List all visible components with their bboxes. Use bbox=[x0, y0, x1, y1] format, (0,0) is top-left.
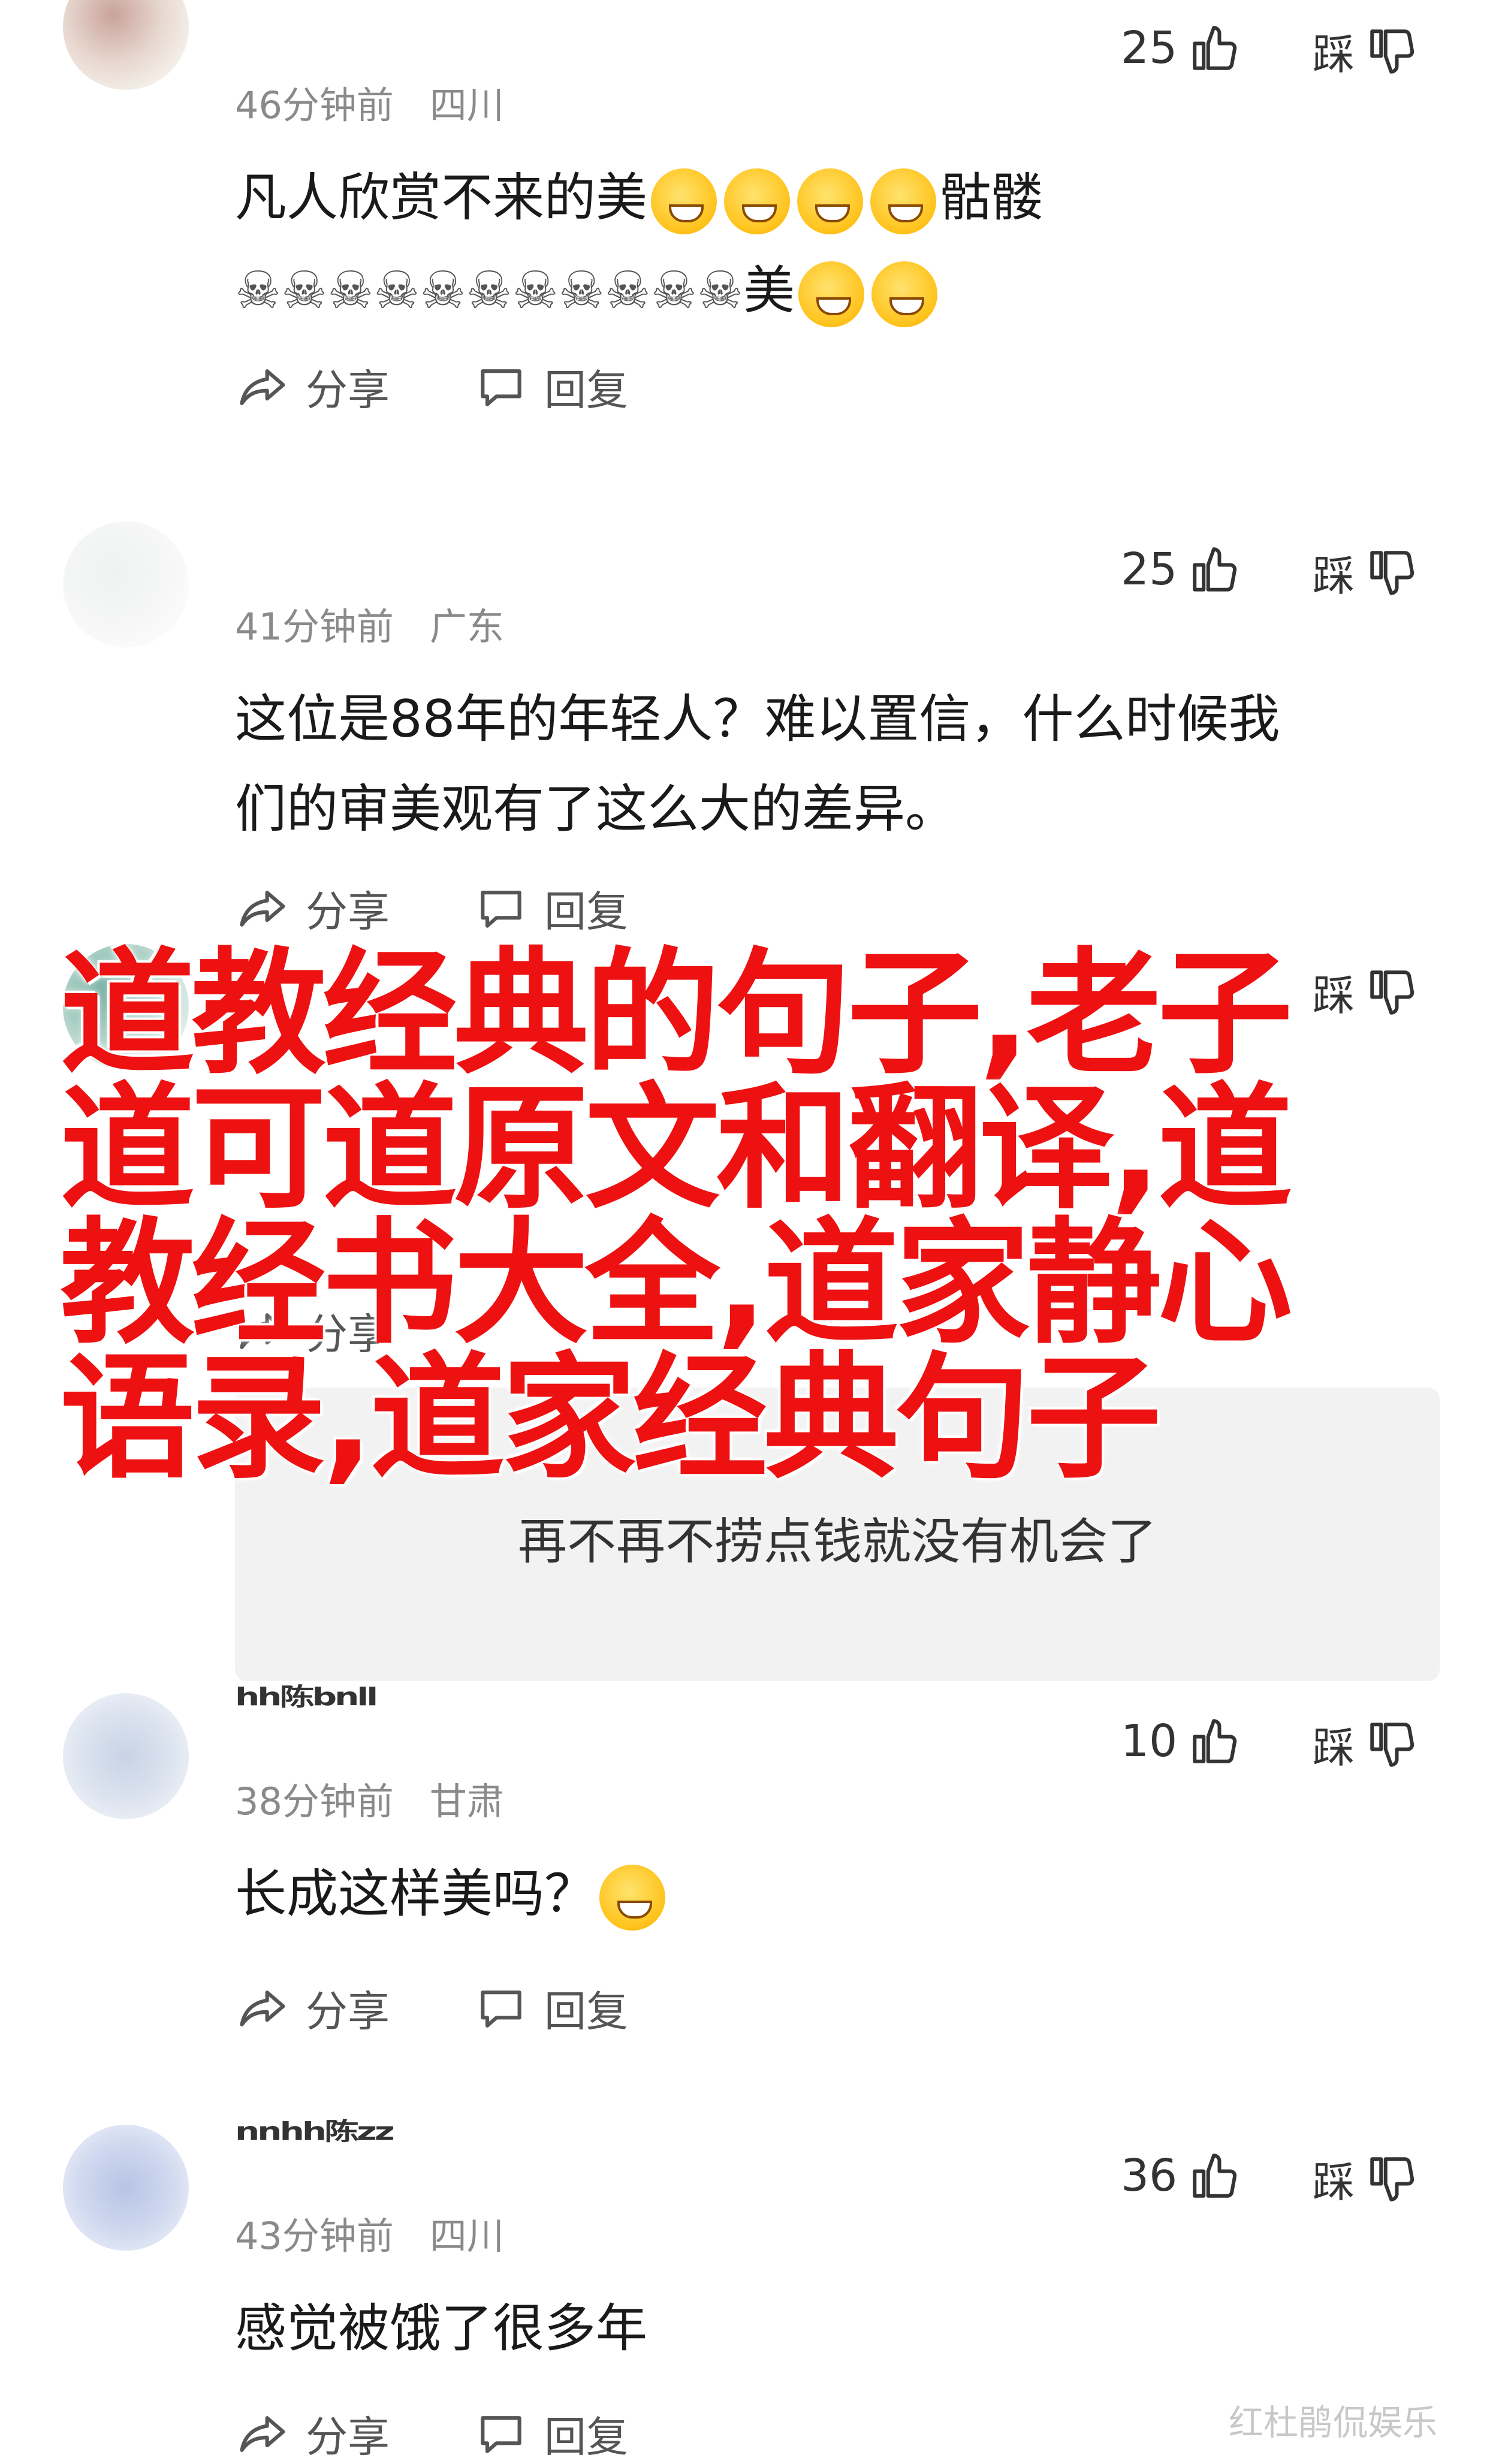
like-count: 36 bbox=[1121, 2150, 1178, 2201]
reply-label: 回复 bbox=[544, 1987, 628, 2036]
tongue-wink-emoji-icon bbox=[797, 168, 863, 234]
thumbs-up-icon bbox=[1193, 2154, 1237, 2198]
avatar[interactable] bbox=[63, 0, 189, 90]
username[interactable]: hh陈bnll bbox=[235, 1677, 378, 1712]
share-icon bbox=[240, 890, 285, 927]
grin-emoji-icon bbox=[651, 168, 717, 234]
reply-preview-text: 再不再不捞点钱就没有机会了 bbox=[517, 1513, 1157, 1570]
comment-text: 凡人欣赏不来的美 骷髅 bbox=[235, 153, 1428, 243]
dislike-label: 踩 bbox=[1313, 1723, 1355, 1772]
thumbs-down-icon bbox=[1370, 550, 1414, 595]
comment-location: 广东 bbox=[429, 605, 504, 649]
thumbs-up-icon bbox=[1193, 1719, 1237, 1763]
like-button[interactable]: 25 bbox=[1121, 21, 1242, 75]
like-count: 25 bbox=[1121, 22, 1178, 74]
comment-actions: 分享 回复 bbox=[235, 1978, 628, 2038]
like-button[interactable]: 25 bbox=[1121, 542, 1242, 596]
comment-meta: 43分钟前 四川 bbox=[235, 2206, 504, 2260]
like-count: 10 bbox=[1121, 1715, 1178, 1767]
comment-text: 这位是88年的年轻人？难以置信，什么时候我 们的审美观有了这么大的差异。 bbox=[235, 689, 1280, 839]
dislike-button[interactable]: 踩 bbox=[1313, 1714, 1419, 1775]
comment-time: 38分钟前 bbox=[235, 1780, 394, 1823]
reply-label: 回复 bbox=[544, 887, 628, 936]
comment-text-line1: 凡人欣赏不来的美 bbox=[235, 168, 647, 228]
grin-emoji-icon bbox=[798, 261, 865, 327]
username[interactable]: nnhh陈zz bbox=[235, 2112, 395, 2147]
comment-text: 感觉被饿了很多年 bbox=[235, 2299, 647, 2359]
reply-button[interactable]: 回复 bbox=[473, 1978, 628, 2038]
tongue-wink-emoji-icon bbox=[724, 168, 790, 234]
comment-text-line2-suffix: 美 bbox=[743, 261, 795, 321]
avatar[interactable] bbox=[63, 2125, 189, 2251]
reply-button[interactable]: 回复 bbox=[473, 357, 628, 417]
like-button[interactable]: 10 bbox=[1121, 1714, 1242, 1768]
tongue-wink-emoji-icon bbox=[871, 261, 938, 327]
dislike-button[interactable]: 踩 bbox=[1313, 21, 1419, 82]
thumbs-down-icon bbox=[1370, 29, 1414, 74]
dislike-label: 踩 bbox=[1313, 30, 1355, 79]
reply-icon bbox=[481, 890, 521, 928]
dislike-label: 踩 bbox=[1313, 2158, 1355, 2207]
thumbs-down-icon bbox=[1370, 1722, 1414, 1767]
tongue-wink-emoji-icon bbox=[870, 168, 936, 234]
comment-meta: 46分钟前 四川 bbox=[235, 75, 504, 129]
avatar[interactable] bbox=[63, 521, 189, 647]
skull-emoji-icon: ☠☠☠☠☠☠☠☠☠☠☠ bbox=[235, 261, 744, 321]
share-label: 分享 bbox=[306, 366, 390, 415]
comment-time: 41分钟前 bbox=[235, 605, 394, 649]
comment-text: 长成这样美吗？ bbox=[235, 1849, 1428, 1939]
thumbs-up-icon bbox=[1193, 547, 1237, 592]
watermark: 红杜鹃侃娱乐 bbox=[1229, 2402, 1438, 2443]
share-button[interactable]: 分享 bbox=[235, 357, 390, 417]
comment-location: 四川 bbox=[429, 83, 504, 127]
like-count: 25 bbox=[1121, 544, 1178, 595]
comment-time: 46分钟前 bbox=[235, 83, 394, 127]
share-label: 分享 bbox=[306, 887, 390, 936]
comment-meta: 38分钟前 甘肃 bbox=[235, 1771, 504, 1825]
comment-location: 四川 bbox=[429, 2214, 504, 2258]
share-icon bbox=[240, 369, 285, 405]
share-label: 分享 bbox=[306, 1987, 390, 2036]
comment-meta: 41分钟前 广东 bbox=[235, 596, 504, 650]
reply-icon bbox=[481, 369, 521, 406]
dislike-button[interactable]: 踩 bbox=[1313, 542, 1419, 603]
overlay-title: 道教经典的句子,老子道可道原文和翻译,道教经书大全,道家静心语录,道家经典句子 bbox=[60, 936, 1292, 1497]
share-button[interactable]: 分享 bbox=[235, 1978, 390, 2038]
flushed-emoji-icon bbox=[599, 1864, 665, 1931]
like-button[interactable]: 36 bbox=[1121, 2149, 1242, 2203]
comment-actions: 分享 回复 bbox=[235, 357, 628, 417]
comment-time: 43分钟前 bbox=[235, 2214, 394, 2258]
comment-text-content: 长成这样美吗？ bbox=[235, 1864, 596, 1924]
dislike-button[interactable]: 踩 bbox=[1313, 2149, 1419, 2209]
comment-actions: 分享 回复 bbox=[235, 878, 628, 939]
share-icon bbox=[240, 1990, 285, 2026]
thumbs-down-icon bbox=[1370, 2157, 1414, 2201]
thumbs-up-icon bbox=[1193, 26, 1237, 70]
reply-label: 回复 bbox=[544, 366, 628, 415]
reply-icon bbox=[481, 1990, 521, 2028]
comment-text-line1-suffix: 骷髅 bbox=[940, 168, 1043, 228]
avatar[interactable] bbox=[63, 1693, 189, 1819]
comment-text-line2: ☠☠☠☠☠☠☠☠☠☠☠美 bbox=[235, 246, 1428, 336]
reply-button[interactable]: 回复 bbox=[473, 878, 628, 939]
dislike-label: 踩 bbox=[1313, 551, 1355, 601]
reply-icon bbox=[481, 2415, 521, 2453]
share-button[interactable]: 分享 bbox=[235, 878, 390, 939]
comment-location: 甘肃 bbox=[429, 1780, 504, 1823]
share-icon bbox=[240, 2415, 285, 2452]
